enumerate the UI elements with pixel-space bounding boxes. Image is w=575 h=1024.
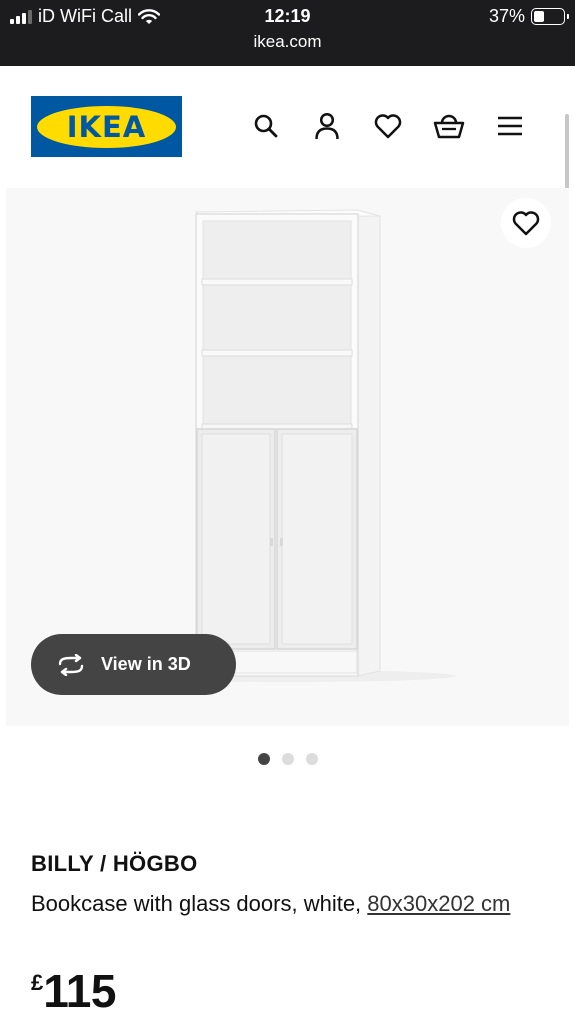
logo-oval: IKEA [37,105,176,148]
carousel-dot[interactable] [257,753,270,765]
battery-percent: 37% [488,6,525,26]
battery-status: 37% [488,6,569,27]
product-description: Bookcase with glass doors, white, 80x30x… [31,885,551,923]
favourite-button[interactable] [501,198,551,248]
rotate-3d-icon [58,653,84,676]
price-currency: £ [31,970,44,995]
basket-icon[interactable] [433,110,465,142]
header-actions [250,110,526,142]
search-icon[interactable] [250,110,282,142]
product-price: £ 115 [31,964,116,1018]
site-header: IKEA [0,66,575,188]
logo-text: IKEA [66,109,147,144]
heart-icon [512,211,540,236]
battery-icon [531,8,569,25]
carousel-pagination [0,753,575,765]
status-bar: iD WiFi Call 12:19 ikea.com 37% [0,0,575,66]
carousel-dot[interactable] [305,753,318,765]
product-image-gallery[interactable]: View in 3D [6,188,569,726]
heart-icon[interactable] [372,110,404,142]
view-in-3d-label: View in 3D [101,654,191,674]
browser-url[interactable]: ikea.com [0,32,575,52]
ikea-logo[interactable]: IKEA [31,96,182,157]
carousel-dot[interactable] [281,753,294,765]
product-description-text: Bookcase with glass doors, white, [31,891,362,916]
product-name: BILLY / HÖGBO [31,851,198,876]
product-dimensions-link[interactable]: 80x30x202 cm [367,891,510,916]
account-icon[interactable] [311,110,343,142]
menu-icon[interactable] [494,110,526,142]
price-amount: 115 [43,965,116,1017]
view-in-3d-button[interactable]: View in 3D [31,634,236,695]
